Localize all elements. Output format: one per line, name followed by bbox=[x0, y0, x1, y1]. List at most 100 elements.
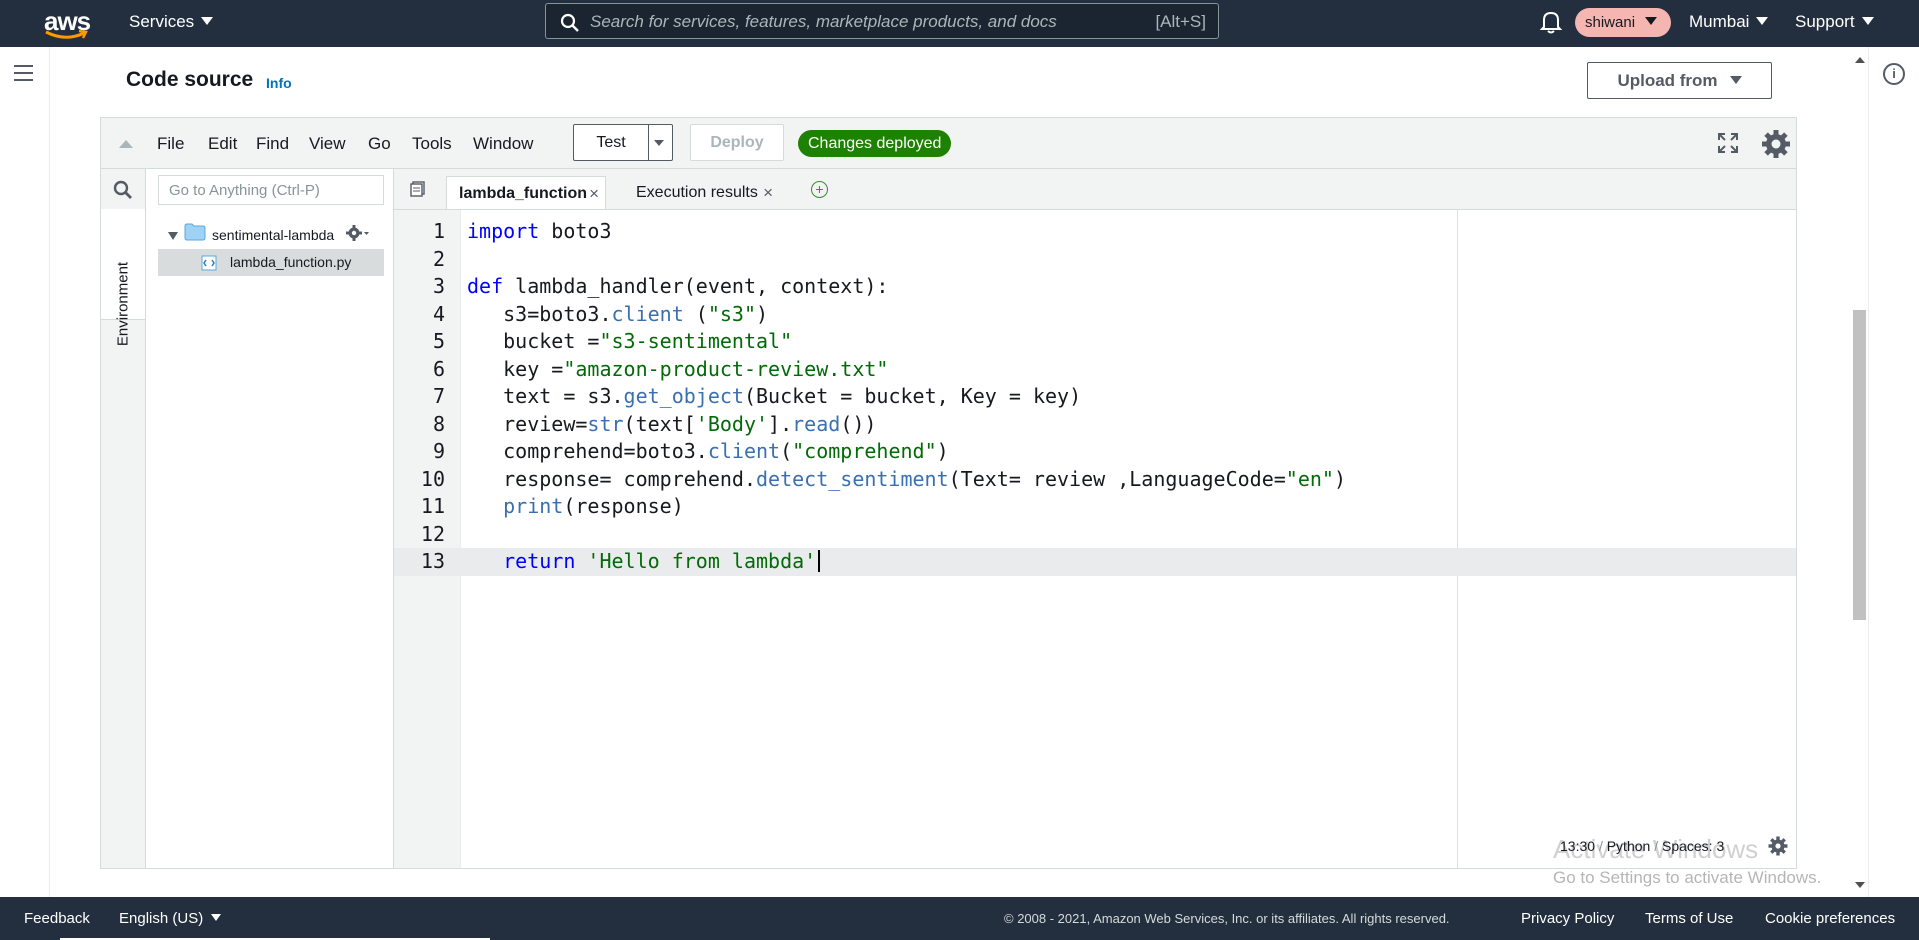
editor-tab-bar: lambda_function × Execution results × + bbox=[394, 169, 1796, 210]
scrollbar-thumb[interactable] bbox=[1853, 310, 1866, 620]
scroll-down-icon[interactable] bbox=[1855, 882, 1865, 888]
code-text: response= comprehend.detect_sentiment(Te… bbox=[467, 466, 1347, 491]
python-file-icon bbox=[201, 255, 217, 271]
menu-tools[interactable]: Tools bbox=[412, 134, 452, 154]
global-search-input[interactable]: Search for services, features, marketpla… bbox=[545, 3, 1219, 39]
text-cursor bbox=[818, 550, 821, 572]
code-editor-ide: File Edit Find View Go Tools Window Test… bbox=[100, 117, 1797, 869]
test-button-group: Test bbox=[573, 124, 673, 161]
search-icon[interactable] bbox=[113, 180, 133, 200]
terms-of-use-link[interactable]: Terms of Use bbox=[1645, 910, 1733, 927]
add-tab-icon[interactable]: + bbox=[811, 181, 828, 198]
test-dropdown-button[interactable] bbox=[647, 125, 672, 160]
file-tree-item[interactable]: lambda_function.py bbox=[158, 249, 384, 276]
folder-settings-gear-icon[interactable] bbox=[346, 224, 370, 242]
feedback-link[interactable]: Feedback bbox=[24, 910, 90, 927]
status-badge: Changes deployed bbox=[798, 130, 952, 157]
chevron-down-icon bbox=[1756, 17, 1769, 25]
tree-expand-caret-icon[interactable] bbox=[168, 232, 178, 240]
code-line[interactable]: 7 text = s3.get_object(Bucket = bucket, … bbox=[394, 383, 1796, 411]
ide-menu-bar: File Edit Find View Go Tools Window Test… bbox=[101, 118, 1796, 169]
menu-go[interactable]: Go bbox=[368, 134, 391, 154]
menu-window[interactable]: Window bbox=[473, 134, 533, 154]
bell-icon[interactable] bbox=[1540, 10, 1562, 34]
page-scrollbar[interactable] bbox=[1850, 47, 1868, 897]
region-label: Mumbai bbox=[1689, 12, 1750, 31]
support-menu[interactable]: Support bbox=[1795, 0, 1874, 47]
fullscreen-icon[interactable] bbox=[1717, 132, 1739, 154]
line-number: 13 bbox=[420, 549, 445, 573]
folder-name[interactable]: sentimental-lambda bbox=[212, 227, 334, 243]
editor-status-bar: 13:30 / Python / Spaces: 3 bbox=[1560, 838, 1725, 854]
line-number: 10 bbox=[420, 466, 445, 491]
support-label: Support bbox=[1795, 12, 1855, 31]
copyright-notice: © 2008 - 2021, Amazon Web Services, Inc.… bbox=[1004, 911, 1450, 926]
info-link[interactable]: Info bbox=[266, 75, 292, 91]
line-number: 8 bbox=[432, 411, 445, 436]
code-text-area[interactable]: 1 import boto3 2 3 def lambda_handler(event,… bbox=[394, 210, 1796, 868]
line-number: 1 bbox=[432, 219, 445, 243]
line-number: 11 bbox=[420, 494, 445, 518]
services-menu[interactable]: Services bbox=[129, 0, 214, 47]
page-footer: Feedback English (US) © 2008 - 2021, Ama… bbox=[0, 897, 1919, 940]
code-line[interactable]: 11 print(response) bbox=[394, 493, 1796, 521]
info-panel-icon[interactable]: i bbox=[1883, 63, 1905, 85]
region-menu[interactable]: Mumbai bbox=[1689, 0, 1769, 47]
code-line[interactable]: 6 key ="amazon-product-review.txt" bbox=[394, 356, 1796, 384]
upload-from-button[interactable]: Upload from bbox=[1587, 62, 1772, 99]
line-number: 4 bbox=[432, 301, 445, 326]
environment-tab[interactable]: Environment bbox=[101, 209, 145, 346]
search-placeholder: Search for services, features, marketpla… bbox=[590, 12, 1057, 31]
language-mode[interactable]: Python bbox=[1607, 838, 1651, 854]
environment-sidebar: Environment sentimental-lambda lambda_fu… bbox=[101, 169, 394, 868]
code-line[interactable]: 2 bbox=[394, 246, 1796, 274]
code-line[interactable]: 12 bbox=[394, 521, 1796, 549]
tab-lambda-function[interactable]: lambda_function × bbox=[446, 176, 606, 209]
cookie-preferences-link[interactable]: Cookie preferences bbox=[1765, 910, 1895, 927]
close-icon[interactable]: × bbox=[763, 176, 773, 210]
scroll-up-icon[interactable] bbox=[1855, 57, 1865, 63]
menu-edit[interactable]: Edit bbox=[208, 134, 237, 154]
collapse-up-icon[interactable] bbox=[119, 140, 133, 148]
tab-execution-results[interactable]: Execution results × bbox=[624, 176, 779, 209]
account-menu[interactable]: shiwani bbox=[1575, 8, 1672, 37]
status-settings-gear-icon[interactable] bbox=[1768, 836, 1788, 856]
caret-down-icon bbox=[1729, 76, 1742, 84]
aws-logo[interactable]: aws bbox=[44, 4, 91, 42]
test-button[interactable]: Test bbox=[574, 125, 649, 160]
environment-tab-label: Environment bbox=[114, 261, 132, 347]
privacy-policy-link[interactable]: Privacy Policy bbox=[1521, 910, 1614, 927]
gear-icon[interactable] bbox=[1761, 129, 1791, 159]
code-line[interactable]: 5 bucket ="s3-sentimental" bbox=[394, 328, 1796, 356]
left-side-rail bbox=[0, 47, 50, 897]
code-text: s3=boto3.client ("s3") bbox=[467, 301, 769, 326]
code-line[interactable]: 4 s3=boto3.client ("s3") bbox=[394, 301, 1796, 329]
deploy-button[interactable]: Deploy bbox=[690, 124, 784, 161]
tab-list-icon[interactable] bbox=[410, 181, 426, 197]
close-icon[interactable]: × bbox=[589, 177, 599, 211]
hamburger-menu-icon[interactable] bbox=[14, 65, 33, 86]
aws-smile-icon bbox=[45, 30, 88, 39]
right-side-rail: i bbox=[1868, 47, 1919, 897]
code-line[interactable]: 1 import boto3 bbox=[394, 218, 1796, 246]
code-line[interactable]: 13 return 'Hello from lambda' bbox=[394, 548, 1796, 576]
cursor-position[interactable]: 13:30 bbox=[1560, 838, 1595, 854]
menu-file[interactable]: File bbox=[157, 134, 184, 154]
code-line[interactable]: 3 def lambda_handler(event, context): bbox=[394, 273, 1796, 301]
tab-label: Execution results bbox=[636, 184, 758, 201]
line-number: 5 bbox=[432, 329, 445, 353]
line-number: 6 bbox=[432, 356, 445, 381]
caret-down-icon bbox=[654, 140, 664, 146]
language-selector[interactable]: English (US) bbox=[119, 910, 222, 927]
search-icon bbox=[560, 13, 579, 32]
indentation-setting[interactable]: Spaces: 3 bbox=[1662, 838, 1724, 854]
menu-view[interactable]: View bbox=[309, 134, 346, 154]
code-line[interactable]: 8 review=str(text['Body'].read()) bbox=[394, 411, 1796, 439]
code-line[interactable]: 9 comprehend=boto3.client("comprehend") bbox=[394, 438, 1796, 466]
activate-windows-subtext: Go to Settings to activate Windows. bbox=[1553, 868, 1822, 887]
menu-find[interactable]: Find bbox=[256, 134, 289, 154]
code-line[interactable]: 10 response= comprehend.detect_sentiment… bbox=[394, 466, 1796, 494]
chevron-down-icon bbox=[1861, 17, 1874, 25]
go-to-anything-input[interactable] bbox=[158, 175, 384, 205]
editor-pane: lambda_function × Execution results × + … bbox=[394, 169, 1796, 868]
